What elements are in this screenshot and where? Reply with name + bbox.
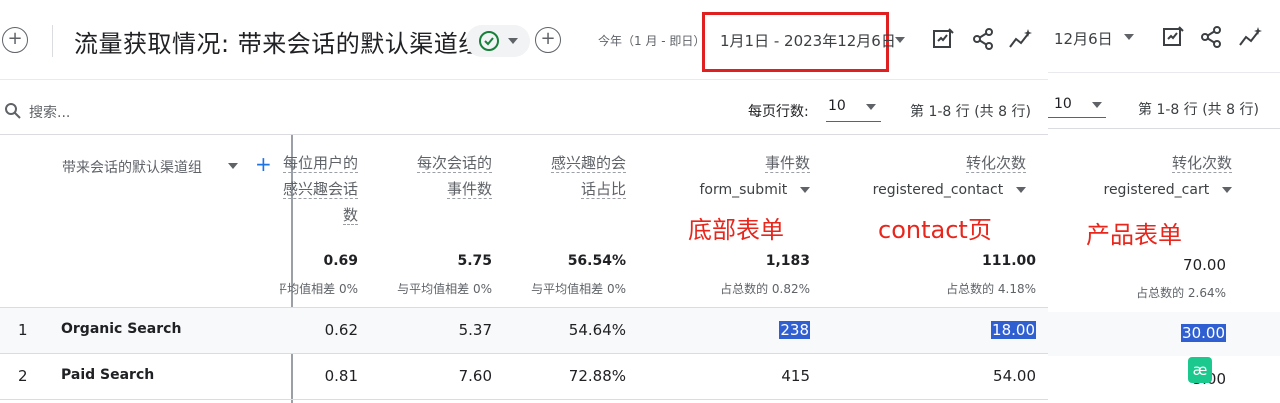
col2-line1: 每次会话的 <box>416 154 492 173</box>
divider <box>52 25 53 57</box>
compare-col1: 与平均值相差 0% <box>280 280 358 297</box>
col-header-event-count[interactable]: 事件数 form_submit <box>660 150 810 203</box>
col-header-conversions-cart[interactable]: 转化次数 registered_cart <box>1068 150 1232 203</box>
annotation-form: 底部表单 <box>688 216 784 244</box>
header-divider <box>1048 72 1280 73</box>
insights-icon[interactable] <box>1008 26 1034 52</box>
row-cell: 7.60 <box>458 367 492 385</box>
row-cell: 0.62 <box>324 321 358 339</box>
rows-per-page-value: 10 <box>828 98 846 114</box>
row-channel-name[interactable]: Paid Search <box>61 367 154 383</box>
compare-col5: 占总数的 4.18% <box>946 282 1036 296</box>
compare-col4: 占总数的 0.82% <box>720 282 810 296</box>
row-cell: 415 <box>781 367 810 385</box>
rows-per-page-label: 每页行数: <box>748 104 809 120</box>
table-row[interactable]: 30.00 <box>1048 312 1280 356</box>
chevron-down-icon[interactable] <box>800 186 810 193</box>
rows-per-page-select[interactable]: 10 <box>826 92 881 122</box>
col5-line1: 转化次数 <box>965 154 1026 173</box>
rows-per-page-select[interactable]: 10 <box>1048 88 1106 118</box>
edit-report-icon[interactable] <box>930 26 956 52</box>
share-icon[interactable] <box>970 26 996 52</box>
pagination-info: 第 1-8 行 (共 8 行) <box>910 104 1031 120</box>
date-range[interactable]: 1月1日 - 2023年12月6日 <box>720 30 896 51</box>
annotation-cart: 产品表单 <box>1086 221 1182 249</box>
header-divider <box>0 79 1048 80</box>
chevron-down-icon <box>866 104 876 110</box>
chevron-down-icon <box>1092 102 1102 108</box>
table-row[interactable]: 1 Organic Search 0.62 5.37 54.64% 238 18… <box>0 308 1048 353</box>
compare-col3: 与平均值相差 0% <box>531 282 626 296</box>
row-cell: 54.00 <box>993 367 1036 385</box>
total-col1: 0.69 <box>323 253 358 269</box>
row-cell: 5.37 <box>458 321 492 339</box>
compare-col1-text: 与平均值相差 0% <box>280 282 358 296</box>
date-dropdown-icon[interactable] <box>1124 34 1134 40</box>
col1-line1: 每位用户的 <box>282 154 358 173</box>
col2-line2: 事件数 <box>446 180 492 199</box>
row-divider <box>0 399 1048 400</box>
pagination-info: 第 1-8 行 (共 8 行) <box>1138 102 1259 118</box>
main-report-panel: + 流量获取情况: 带来会话的默认渠道组 + 今年（1 月 - 即日） 1月1日… <box>0 0 1048 403</box>
row-channel-name[interactable]: Organic Search <box>61 321 181 337</box>
app-logo: æ <box>1188 357 1212 383</box>
dimension-header[interactable]: 带来会话的默认渠道组 <box>62 157 202 177</box>
date-range-right[interactable]: 12月6日 <box>1054 28 1113 49</box>
col-header-conversions-contact[interactable]: 转化次数 registered_contact <box>840 150 1026 203</box>
conversion-selector[interactable]: registered_contact <box>873 182 1004 198</box>
add-filter-icon[interactable]: + <box>535 27 561 53</box>
total-col4: 1,183 <box>765 253 810 269</box>
date-prefix: 今年（1 月 - 即日） <box>598 34 706 48</box>
row-cell-highlighted: 238 <box>690 321 810 339</box>
col1-line2: 感兴趣会话 <box>282 180 358 199</box>
event-selector[interactable]: form_submit <box>700 182 788 198</box>
total-col3: 56.54% <box>567 253 626 269</box>
toolbar-divider <box>0 134 1048 135</box>
page-title: 流量获取情况: 带来会话的默认渠道组 <box>74 30 483 58</box>
row-cell-highlighted: 18.00 <box>900 321 1036 339</box>
row-cell-highlighted: 30.00 <box>1088 324 1226 342</box>
highlight-value: 238 <box>779 321 810 339</box>
add-comparison-icon[interactable]: + <box>2 27 28 53</box>
chevron-down-icon[interactable] <box>1016 186 1026 193</box>
col3-line2: 话占比 <box>580 180 626 199</box>
table-row[interactable]: 2 Paid Search 0.81 7.60 72.88% 415 54.00 <box>0 354 1048 399</box>
row-index: 2 <box>18 367 28 385</box>
col-header-engaged-session-rate[interactable]: 感兴趣的会 话占比 <box>510 150 626 202</box>
col6-line1: 转化次数 <box>1171 154 1232 173</box>
total-col2: 5.75 <box>457 253 492 269</box>
total-col6: 70.00 <box>1183 256 1226 274</box>
pasted-report-panel: 12月6日 10 第 1-8 行 (共 8 行) 转化次数 registered… <box>1048 0 1280 403</box>
row-cell: 0.81 <box>324 367 358 385</box>
row-index: 1 <box>18 321 28 339</box>
col-header-events-per-session[interactable]: 每次会话的 事件数 <box>378 150 492 202</box>
date-dropdown-icon[interactable] <box>895 37 905 43</box>
check-circle-icon <box>478 31 499 51</box>
conversion-selector[interactable]: registered_cart <box>1104 182 1210 198</box>
col4-line1: 事件数 <box>764 154 810 173</box>
dimension-dropdown-icon[interactable] <box>228 163 238 169</box>
share-icon[interactable] <box>1198 24 1224 50</box>
toolbar-divider <box>1048 128 1280 129</box>
chevron-down-icon <box>507 38 518 44</box>
search-icon <box>4 102 22 124</box>
status-badge[interactable] <box>466 25 530 57</box>
annotation-contact: contact页 <box>878 216 992 244</box>
chevron-down-icon[interactable] <box>1222 186 1232 193</box>
row-cell: 72.88% <box>568 367 626 385</box>
edit-report-icon[interactable] <box>1160 24 1186 50</box>
total-col5: 111.00 <box>981 253 1036 269</box>
col3-line1: 感兴趣的会 <box>550 154 626 173</box>
rows-per-page-value: 10 <box>1054 96 1072 112</box>
row-cell: 54.64% <box>568 321 626 339</box>
insights-icon[interactable] <box>1238 24 1264 50</box>
search-input[interactable]: 搜索... <box>29 102 70 122</box>
col1-line3: 数 <box>342 206 358 225</box>
compare-col2: 与平均值相差 0% <box>397 282 492 296</box>
col-header-sessions-per-user[interactable]: 每位用户的 感兴趣会话 数 <box>270 150 358 228</box>
compare-col6: 占总数的 2.64% <box>1136 286 1226 300</box>
highlight-value: 18.00 <box>991 321 1036 339</box>
highlight-value: 30.00 <box>1181 324 1226 342</box>
